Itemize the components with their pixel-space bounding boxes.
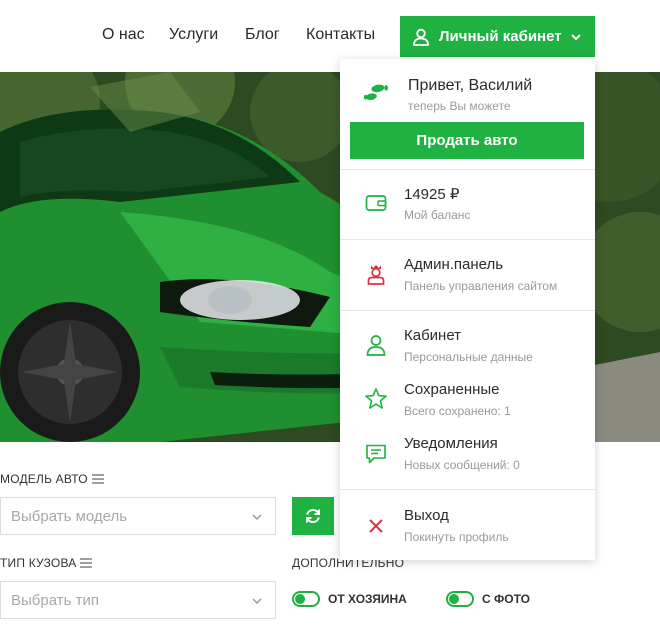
cabinet-title: Кабинет <box>404 327 462 344</box>
model-select-placeholder: Выбрать модель <box>11 507 128 525</box>
list-icon <box>91 474 104 484</box>
user-icon <box>364 333 388 357</box>
model-select[interactable]: Выбрать модель <box>0 497 276 535</box>
close-icon <box>364 514 388 538</box>
chevron-down-icon <box>252 514 262 521</box>
star-icon <box>364 387 388 411</box>
wallet-icon <box>364 191 388 215</box>
message-icon <box>364 442 388 466</box>
notifications-title: Уведомления <box>404 435 498 452</box>
menu-divider <box>340 310 595 311</box>
model-filter-label: МОДЕЛЬ АВТО <box>0 472 104 486</box>
balance-value: 14925 ₽ <box>404 186 460 203</box>
menu-item-logout[interactable]: Выход Покинуть профиль <box>340 501 595 547</box>
chevron-down-icon <box>252 598 262 605</box>
nav-link-contacts[interactable]: Контакты <box>306 26 375 44</box>
logout-subtext: Покинуть профиль <box>404 530 509 544</box>
menu-divider <box>340 169 595 170</box>
owner-toggle-label: ОТ ХОЗЯИНА <box>328 592 407 606</box>
account-dropdown-menu: Привет, Василий теперь Вы можете Продать… <box>340 59 595 560</box>
owner-toggle[interactable] <box>292 591 320 607</box>
footprints-icon <box>364 81 388 105</box>
menu-item-saved[interactable]: Сохраненные Всего сохранено: 1 <box>340 376 595 422</box>
chevron-down-icon <box>570 31 582 43</box>
notifications-subtext: Новых сообщений: 0 <box>404 458 520 472</box>
menu-greeting: Привет, Василий теперь Вы можете <box>340 75 595 115</box>
menu-item-notifications[interactable]: Уведомления Новых сообщений: 0 <box>340 430 595 476</box>
photo-toggle[interactable] <box>446 591 474 607</box>
body-filter-label-text: ТИП КУЗОВА <box>0 556 77 570</box>
toggle-knob <box>449 594 459 604</box>
user-icon <box>412 28 430 46</box>
menu-item-admin[interactable]: Админ.панель Панель управления сайтом <box>340 251 595 297</box>
refresh-icon <box>306 508 320 524</box>
admin-subtext: Панель управления сайтом <box>404 279 558 293</box>
admin-title: Админ.панель <box>404 256 504 273</box>
cabinet-subtext: Персональные данные <box>404 350 533 364</box>
body-type-select[interactable]: Выбрать тип <box>0 581 276 619</box>
body-filter-label: ТИП КУЗОВА <box>0 556 93 570</box>
body-select-placeholder: Выбрать тип <box>11 591 99 609</box>
account-button[interactable]: Личный кабинет <box>400 16 595 57</box>
nav-link-blog[interactable]: Блог <box>245 26 280 44</box>
account-button-label: Личный кабинет <box>439 28 562 45</box>
saved-subtext: Всего сохранено: 1 <box>404 404 511 418</box>
admin-user-icon <box>364 262 388 286</box>
list-icon <box>80 558 93 568</box>
nav-link-services[interactable]: Услуги <box>169 26 218 44</box>
balance-subtext: Мой баланс <box>404 208 471 222</box>
greeting-text: Привет, Василий <box>408 77 533 94</box>
photo-toggle-label: С ФОТО <box>482 592 530 606</box>
refresh-button[interactable] <box>292 497 334 535</box>
menu-item-cabinet[interactable]: Кабинет Персональные данные <box>340 322 595 368</box>
model-filter-label-text: МОДЕЛЬ АВТО <box>0 472 88 486</box>
logout-title: Выход <box>404 507 449 524</box>
saved-title: Сохраненные <box>404 381 500 398</box>
greeting-subtext: теперь Вы можете <box>408 99 511 113</box>
menu-divider <box>340 239 595 240</box>
nav-link-about[interactable]: О нас <box>102 26 145 44</box>
menu-divider <box>340 489 595 490</box>
sell-car-button[interactable]: Продать авто <box>350 122 584 159</box>
menu-item-balance[interactable]: 14925 ₽ Мой баланс <box>340 181 595 227</box>
toggle-knob <box>295 594 305 604</box>
